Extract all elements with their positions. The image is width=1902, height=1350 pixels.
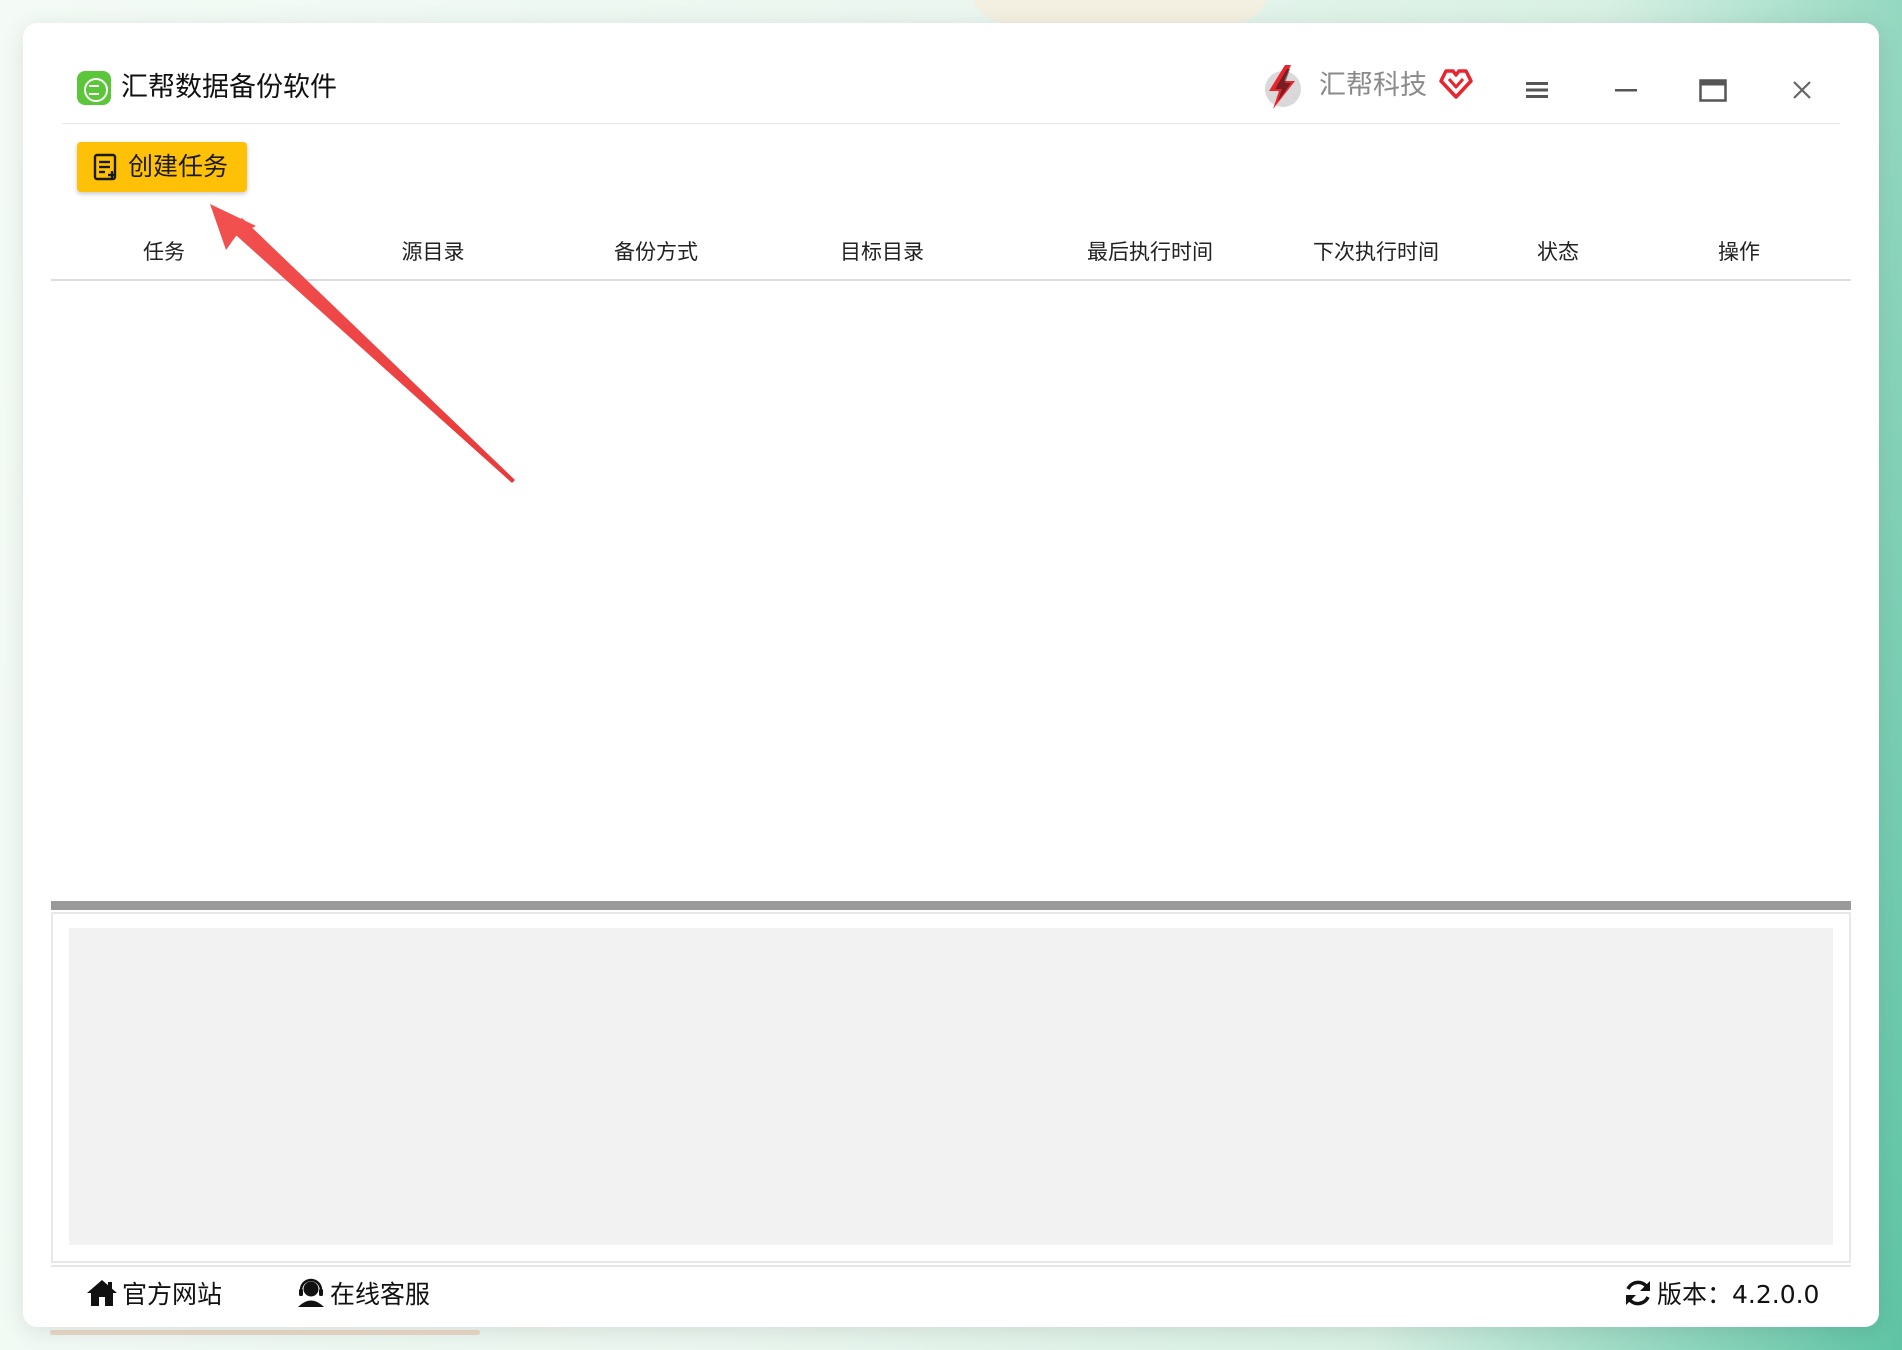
close-icon — [1793, 81, 1811, 99]
official-website-label: 官方网站 — [122, 1280, 223, 1309]
create-task-label: 创建任务 — [128, 152, 229, 181]
lightning-logo-icon — [1265, 65, 1301, 109]
backup-app-icon — [77, 71, 111, 105]
panel-splitter[interactable] — [51, 901, 1851, 910]
online-support-label: 在线客服 — [330, 1280, 431, 1309]
task-list-icon — [93, 153, 117, 181]
task-table-body — [51, 281, 1851, 901]
log-panel — [51, 912, 1851, 1263]
app-window: 汇帮数据备份软件 汇帮科技 创建任务 任务 源目录 备份方式 目标目录 最后执行… — [23, 23, 1879, 1327]
footer-divider — [51, 1265, 1851, 1267]
column-last-run[interactable]: 最后执行时间 — [1087, 238, 1213, 266]
online-support-link[interactable]: 在线客服 — [296, 1273, 430, 1313]
log-area — [69, 928, 1833, 1245]
title-bar: 汇帮数据备份软件 汇帮科技 — [23, 23, 1879, 123]
refresh-icon[interactable] — [1623, 1278, 1653, 1308]
title-divider — [62, 123, 1840, 124]
close-button[interactable] — [1787, 75, 1817, 105]
minimize-button[interactable] — [1611, 75, 1641, 105]
column-actions[interactable]: 操作 — [1718, 238, 1760, 266]
create-task-button[interactable]: 创建任务 — [77, 142, 247, 192]
version-info: 版本：4.2.0.0 — [1623, 1273, 1819, 1313]
column-status[interactable]: 状态 — [1537, 238, 1579, 266]
maximize-icon — [1699, 79, 1727, 102]
official-website-link[interactable]: 官方网站 — [86, 1273, 222, 1313]
hamburger-menu-icon — [1526, 82, 1548, 98]
app-title: 汇帮数据备份软件 — [121, 72, 337, 103]
home-icon — [87, 1280, 117, 1306]
headset-user-icon — [298, 1278, 324, 1307]
column-source-dir[interactable]: 源目录 — [402, 238, 465, 266]
maximize-button[interactable] — [1698, 75, 1728, 105]
background-strip — [50, 1330, 480, 1335]
menu-button[interactable] — [1522, 75, 1552, 105]
version-label: 版本：4.2.0.0 — [1657, 1280, 1820, 1309]
minimize-icon — [1615, 89, 1637, 92]
column-task[interactable]: 任务 — [143, 238, 185, 266]
column-backup-mode[interactable]: 备份方式 — [614, 238, 698, 266]
table-header: 任务 源目录 备份方式 目标目录 最后执行时间 下次执行时间 状态 操作 — [51, 238, 1851, 278]
column-target-dir[interactable]: 目标目录 — [840, 238, 924, 266]
column-next-run[interactable]: 下次执行时间 — [1313, 238, 1439, 266]
heart-diamond-icon — [1439, 69, 1473, 99]
brand-name: 汇帮科技 — [1319, 70, 1427, 101]
background-shape — [970, 0, 1270, 24]
